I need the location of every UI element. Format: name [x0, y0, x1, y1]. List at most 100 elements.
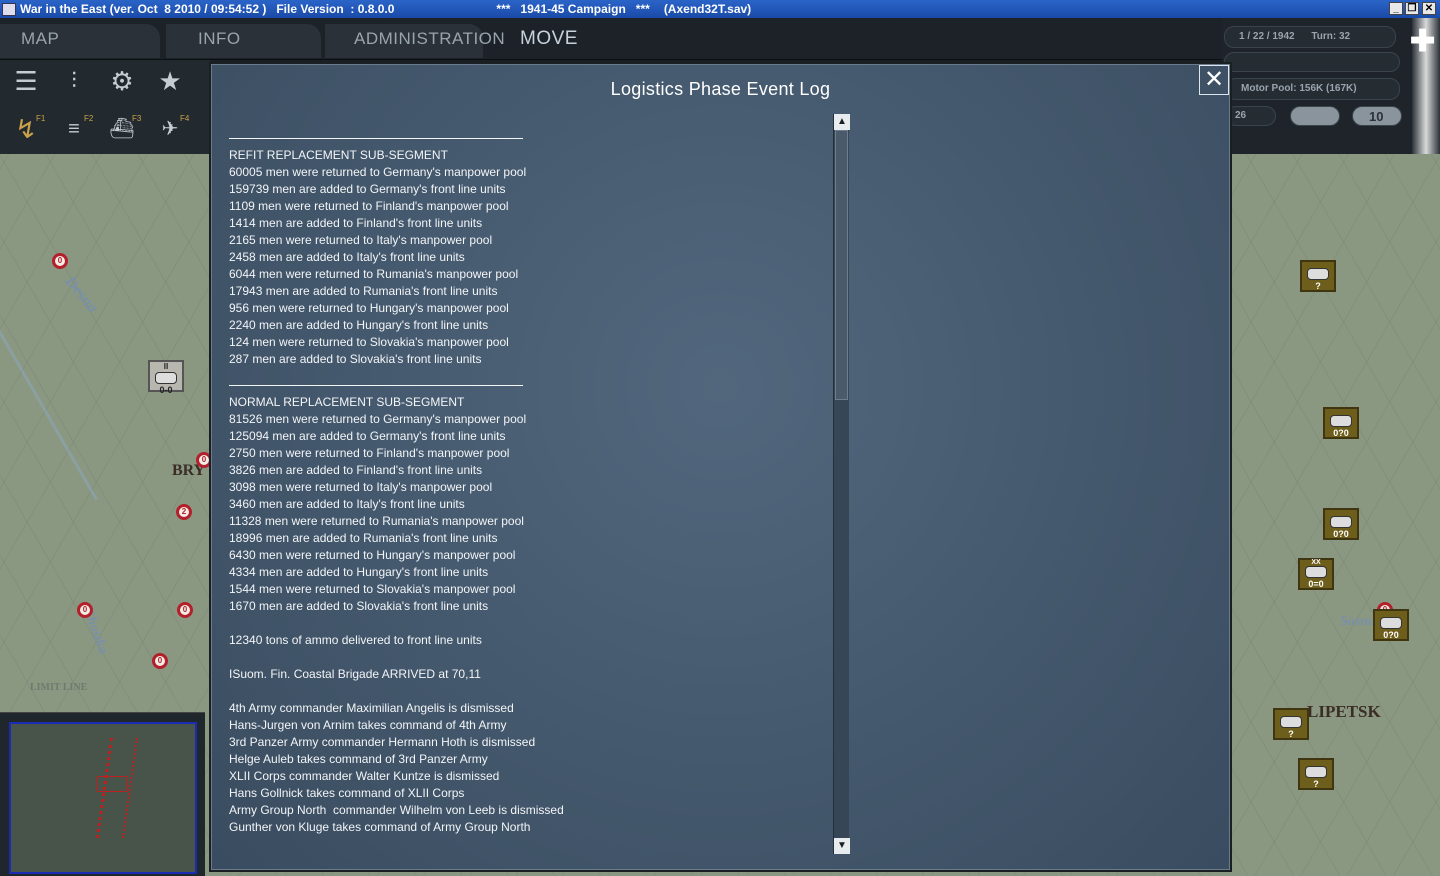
- log-line: 60005 men were returned to Germany's man…: [229, 165, 527, 179]
- unit-strength: 0?0: [1383, 630, 1399, 640]
- river: [0, 287, 165, 501]
- tab-administration[interactable]: ADMINISTRATION: [325, 24, 505, 58]
- gear-icon[interactable]: ⚙: [102, 62, 142, 100]
- log-line: ISuom. Fin. Coastal Brigade ARRIVED at 7…: [229, 667, 481, 681]
- toggle-button-b[interactable]: 10: [1352, 106, 1402, 126]
- log-line: 1544 men were returned to Slovakia's man…: [229, 582, 516, 596]
- app-title: War in the East (ver. Oct 8 2010 / 09:54…: [20, 2, 267, 16]
- log-line: 1109 men were returned to Finland's manp…: [229, 199, 509, 213]
- unit-symbol: [155, 372, 177, 384]
- fkey-label: F1: [36, 114, 46, 123]
- log-line: Hans Gollnick takes command of XLII Corp…: [229, 786, 465, 800]
- unit-size: II: [163, 362, 169, 371]
- soviet-unit-counter[interactable]: XX 0=0: [1298, 558, 1334, 590]
- log-line: Hans-Jurgen von Arnim takes command of 4…: [229, 718, 507, 732]
- objective-marker[interactable]: 0: [152, 653, 168, 669]
- tab-map-information[interactable]: MAP INFORMATION: [0, 24, 160, 78]
- tab-info-screens[interactable]: INFO SCREENS: [166, 24, 321, 78]
- log-scrollbar[interactable]: ▲ ▼: [833, 114, 850, 854]
- unit-strength: 0-0: [159, 385, 173, 395]
- section-divider: [229, 385, 523, 394]
- soviet-unit-counter[interactable]: ?: [1298, 758, 1334, 790]
- soviet-unit-counter[interactable]: 0?0: [1323, 508, 1359, 540]
- minimize-button[interactable]: _: [1389, 2, 1403, 15]
- star-icon[interactable]: ★: [150, 62, 190, 100]
- objective-marker[interactable]: 0: [52, 253, 68, 269]
- date-turn-display: 1 / 22 / 1942 Turn: 32: [1224, 26, 1396, 48]
- unit-strength: ?: [1288, 729, 1294, 739]
- log-line: 3826 men are added to Finland's front li…: [229, 463, 483, 477]
- objective-marker[interactable]: 0: [177, 602, 193, 618]
- motor-pool-display: Motor Pool: 156K (167K): [1226, 78, 1400, 100]
- count-display: 26: [1226, 106, 1276, 126]
- log-line: 3460 men are added to Italy's front line…: [229, 497, 465, 511]
- log-line: 2165 men were returned to Italy's manpow…: [229, 233, 493, 247]
- stack-icon[interactable]: ☰: [6, 62, 46, 100]
- scroll-up-button[interactable]: ▲: [834, 114, 850, 130]
- minimap[interactable]: [0, 712, 205, 876]
- log-line: 4th Army commander Maximilian Angelis is…: [229, 701, 514, 715]
- log-line: REFIT REPLACEMENT SUB-SEGMENT: [229, 148, 448, 162]
- log-line: 124 men were returned to Slovakia's manp…: [229, 335, 509, 349]
- game-date: 1 / 22 / 1942: [1239, 31, 1295, 42]
- iron-cross-icon: ✚: [1410, 25, 1436, 58]
- log-line: 6430 men were returned to Hungary's manp…: [229, 548, 516, 562]
- app-icon: [2, 2, 16, 16]
- log-line: 18996 men are added to Rumania's front l…: [229, 531, 498, 545]
- fkey-label: F3: [132, 114, 142, 123]
- turn-number: Turn: 32: [1311, 31, 1351, 42]
- log-line: 2750 men were returned to Finland's manp…: [229, 446, 510, 460]
- log-line: 81526 men were returned to Germany's man…: [229, 412, 527, 426]
- unit-strength: 0?0: [1333, 529, 1349, 539]
- toggle-button-a[interactable]: [1290, 106, 1340, 126]
- campaign-name: *** 1941-45 Campaign ***: [496, 2, 650, 16]
- german-unit-counter[interactable]: II 0-0: [148, 360, 184, 395]
- log-line: 1670 men are added to Slovakia's front l…: [229, 599, 489, 613]
- objective-marker[interactable]: 0: [77, 602, 93, 618]
- unit-strength: ?: [1315, 281, 1321, 291]
- window-titlebar: War in the East (ver. Oct 8 2010 / 09:54…: [0, 0, 1440, 18]
- scroll-down-button[interactable]: ▼: [834, 838, 850, 854]
- fkey-label: F4: [180, 114, 190, 123]
- soviet-unit-counter[interactable]: ?: [1300, 260, 1336, 292]
- log-line: 12340 tons of ammo delivered to front li…: [229, 633, 482, 647]
- log-line: XLII Corps commander Walter Kuntze is di…: [229, 769, 500, 783]
- tab-move[interactable]: MOVE: [500, 24, 598, 58]
- dialog-title: Logistics Phase Event Log: [610, 79, 831, 99]
- minimap-frame[interactable]: [9, 722, 197, 874]
- objective-marker[interactable]: 2: [176, 504, 192, 520]
- save-file-name: (Axend32T.sav): [663, 2, 752, 16]
- unit-strength: 0?0: [1333, 428, 1349, 438]
- log-line: 159739 men are added to Germany's front …: [229, 182, 506, 196]
- dialog-close-button[interactable]: ✕: [1199, 65, 1229, 95]
- unit-strength: 0=0: [1308, 579, 1324, 589]
- units-icon[interactable]: ⫶: [54, 62, 94, 100]
- log-line: 291st Infantry Division upgrades to 42 I…: [229, 853, 829, 854]
- blank-status-field: [1224, 52, 1400, 72]
- command-toolbar: ☰ ⫶ ⚙ ★ ↯ F1 ≡ F2 ⛴ F3 ✈ F4: [0, 60, 210, 154]
- log-line: 6044 men were returned to Rumania's manp…: [229, 267, 519, 281]
- viewport-rectangle[interactable]: [97, 776, 127, 792]
- log-line: 1414 men are added to Finland's front li…: [229, 216, 483, 230]
- soviet-unit-counter[interactable]: 0?0: [1373, 609, 1409, 641]
- soviet-unit-counter[interactable]: 0?0: [1323, 407, 1359, 439]
- unit-strength: ?: [1313, 779, 1319, 789]
- window-close-button[interactable]: ✕: [1422, 2, 1436, 15]
- log-line: 956 men were returned to Hungary's manpo…: [229, 301, 509, 315]
- section-divider: [229, 138, 523, 147]
- log-line: Gunther von Kluge takes command of Army …: [229, 820, 531, 834]
- restore-button[interactable]: ❐: [1405, 2, 1419, 15]
- log-line: 17943 men are added to Rumania's front l…: [229, 284, 498, 298]
- log-line: 3rd Panzer Army commander Hermann Hoth i…: [229, 735, 536, 749]
- logistics-event-log-dialog: Logistics Phase Event Log ✕ REFIT REPLAC…: [209, 62, 1232, 872]
- log-line: NORMAL REPLACEMENT SUB-SEGMENT: [229, 395, 465, 409]
- status-panel: 1 / 22 / 1942 Turn: 32 Motor Pool: 156K …: [1222, 18, 1440, 154]
- event-log-text: REFIT REPLACEMENT SUB-SEGMENT 60005 men w…: [229, 138, 829, 854]
- soviet-unit-counter[interactable]: ?: [1273, 708, 1309, 740]
- scroll-thumb[interactable]: [835, 130, 848, 400]
- log-line: Helge Auleb takes command of 3rd Panzer …: [229, 752, 488, 766]
